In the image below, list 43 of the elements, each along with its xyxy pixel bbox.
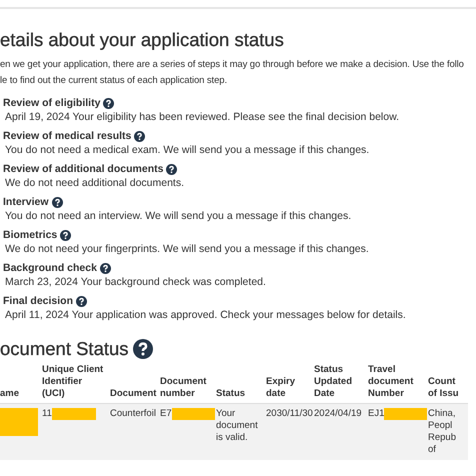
help-icon[interactable] (52, 196, 63, 208)
step-description: March 23, 2024 Your background check was completed. (4, 275, 267, 289)
column-header: ame (0, 388, 20, 399)
step-title: Review of eligibility (3, 97, 100, 109)
page-heading: etails about your application status (0, 29, 285, 51)
table-cell: EJ1 (368, 408, 384, 420)
table-cell: Counterfoil (110, 408, 156, 420)
column-header: Expiry date (266, 376, 296, 399)
column-header: Status (216, 388, 246, 399)
help-icon[interactable] (132, 339, 153, 359)
table-cell: 2030/11/30 (266, 408, 313, 420)
column-header: Travel document Number (368, 364, 414, 399)
step-title: Final decision (3, 295, 74, 307)
intro-text: en we get your application, there are a series of steps it may go through before we make a decision. Use the follo (0, 58, 465, 72)
step-title: Biometrics (3, 229, 58, 241)
step-description: We do not need additional documents. (4, 176, 186, 190)
step-title: Review of medical results (3, 130, 132, 142)
help-icon[interactable] (134, 130, 146, 142)
table-cell: 11 (42, 408, 52, 420)
help-icon[interactable] (76, 296, 88, 306)
step-description: We do not need your fingerprints. We will send you a message if this changes. (4, 242, 370, 256)
step-description: You do not need an interview. We will send you a message if this changes. (4, 209, 352, 223)
column-header: Document number (160, 376, 206, 399)
step-title: Review of additional documents (3, 163, 164, 175)
help-icon[interactable] (166, 164, 178, 174)
column-header: Count of Issu (428, 376, 459, 399)
help-icon[interactable] (100, 262, 111, 274)
step-description: April 11, 2024 Your application was approved. Check your messages below for details. (4, 308, 407, 322)
section-heading: ocument Status (0, 338, 129, 360)
intro-text: le to find out the current status of each application step. (0, 74, 228, 88)
step-description: You do not need a medical exam. We will send you a message if this changes. (4, 143, 370, 157)
step-title: Background check (3, 262, 97, 274)
step-description: April 19, 2024 Your eligibility has been reviewed. Please see the final decision below. (4, 110, 400, 124)
table-cell: 2024/04/19 (314, 408, 362, 420)
table-cell: China, Peopl Repub of (428, 408, 456, 456)
help-icon[interactable] (103, 98, 114, 108)
help-icon[interactable] (60, 230, 72, 240)
column-header: Status Updated Date (314, 364, 352, 399)
step-title: Interview (3, 196, 49, 208)
table-cell: E7 (160, 408, 172, 420)
table-cell: Your document is valid. (216, 408, 258, 444)
column-header: Unique Client Identifier (UCI) (42, 364, 104, 399)
column-header: Document (110, 388, 156, 399)
